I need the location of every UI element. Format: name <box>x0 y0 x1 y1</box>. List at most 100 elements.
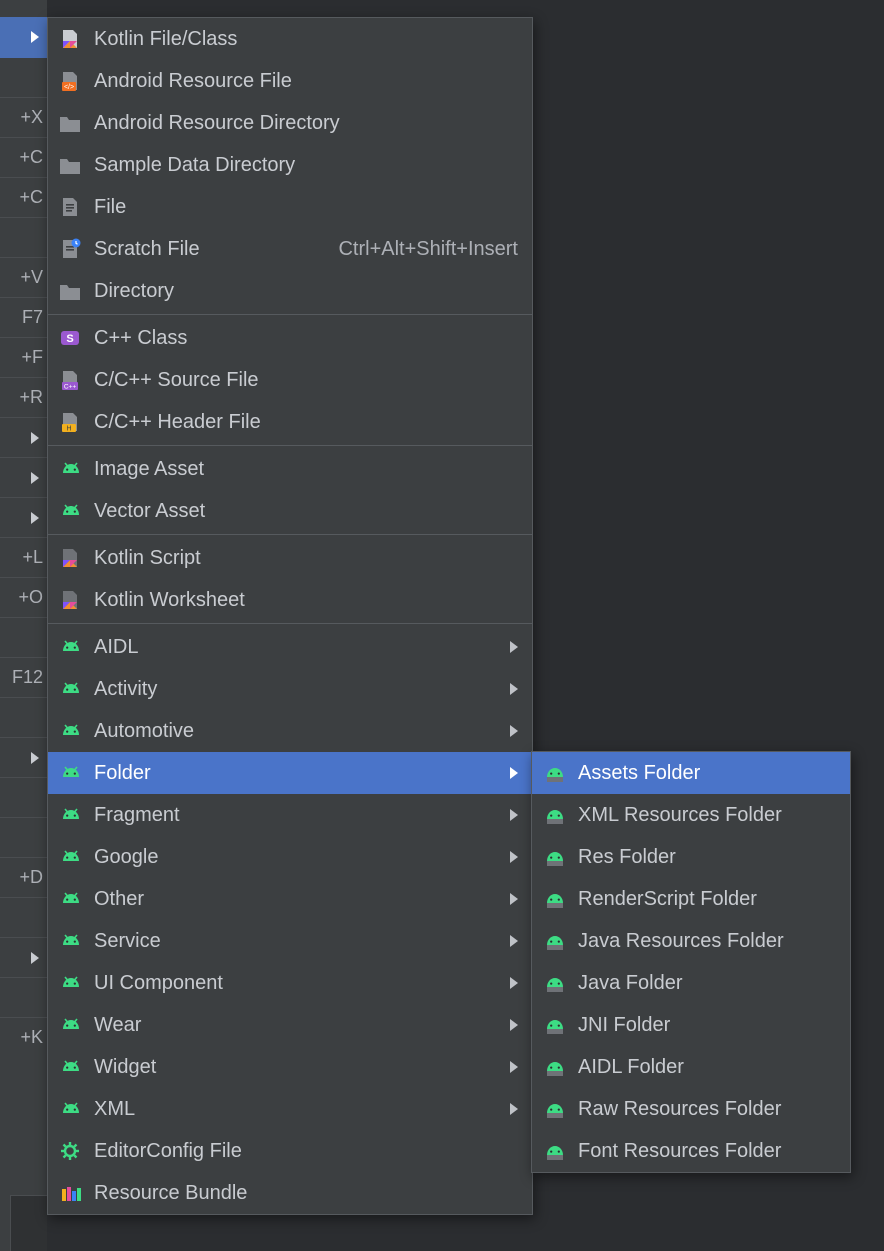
android-folder-icon <box>542 1013 566 1037</box>
menu-item-label: Automotive <box>94 720 492 743</box>
menu-item-label: C++ Class <box>94 327 518 350</box>
gutter-row[interactable] <box>0 617 47 657</box>
menu-item-other[interactable]: Other <box>48 878 532 920</box>
menu-item-label: Directory <box>94 280 518 303</box>
gutter-row[interactable] <box>0 417 47 457</box>
submenu-item-xml-res[interactable]: XML Resources Folder <box>532 794 850 836</box>
android-icon <box>58 971 82 995</box>
menu-item-label: Fragment <box>94 804 492 827</box>
submenu-item-assets[interactable]: Assets Folder <box>532 752 850 794</box>
gutter-row[interactable] <box>0 977 47 1017</box>
gutter-row[interactable] <box>0 57 47 97</box>
gutter-row[interactable]: F7 <box>0 297 47 337</box>
submenu-item-renderscript[interactable]: RenderScript Folder <box>532 878 850 920</box>
submenu-item-label: Assets Folder <box>578 762 836 785</box>
menu-item-kotlin-class[interactable]: Kotlin File/Class <box>48 18 532 60</box>
menu-item-label: EditorConfig File <box>94 1140 518 1163</box>
menu-item-scratch[interactable]: Scratch FileCtrl+Alt+Shift+Insert <box>48 228 532 270</box>
submenu-item-java-res[interactable]: Java Resources Folder <box>532 920 850 962</box>
gutter-row[interactable]: +F <box>0 337 47 377</box>
gutter-row[interactable] <box>0 937 47 977</box>
android-icon <box>58 761 82 785</box>
submenu-item-jni[interactable]: JNI Folder <box>532 1004 850 1046</box>
android-folder-icon <box>542 1139 566 1163</box>
submenu-item-font[interactable]: Font Resources Folder <box>532 1130 850 1172</box>
gutter-row[interactable] <box>0 457 47 497</box>
submenu-item-raw[interactable]: Raw Resources Folder <box>532 1088 850 1130</box>
gutter-row[interactable]: +K <box>0 1017 47 1057</box>
android-folder-icon <box>542 929 566 953</box>
gutter-row[interactable] <box>0 777 47 817</box>
menu-item-aidl[interactable]: AIDL <box>48 626 532 668</box>
submenu-item-label: AIDL Folder <box>578 1056 836 1079</box>
gutter-row[interactable]: +V <box>0 257 47 297</box>
menu-item-service[interactable]: Service <box>48 920 532 962</box>
menu-item-label: Android Resource File <box>94 70 518 93</box>
new-menu: Kotlin File/Class Android Resource File An… <box>47 17 533 1215</box>
submenu-arrow-icon <box>31 31 39 43</box>
menu-item-label: Service <box>94 930 492 953</box>
gutter-row[interactable]: F12 <box>0 657 47 697</box>
gutter-row[interactable]: +D <box>0 857 47 897</box>
gutter-row[interactable] <box>0 497 47 537</box>
menu-item-folder[interactable]: Folder <box>48 752 532 794</box>
gutter-row[interactable]: +L <box>0 537 47 577</box>
menu-item-directory[interactable]: Directory <box>48 270 532 312</box>
menu-item-activity[interactable]: Activity <box>48 668 532 710</box>
cpp-header-icon <box>58 410 82 434</box>
gutter-row[interactable] <box>0 897 47 937</box>
kotlin-dark-icon <box>58 588 82 612</box>
submenu-item-java[interactable]: Java Folder <box>532 962 850 1004</box>
gutter-row[interactable] <box>0 217 47 257</box>
menu-item-cpp-source[interactable]: C/C++ Source File <box>48 359 532 401</box>
menu-item-widget[interactable]: Widget <box>48 1046 532 1088</box>
menu-item-label: Resource Bundle <box>94 1182 518 1205</box>
folder-icon <box>58 111 82 135</box>
menu-item-sample-data[interactable]: Sample Data Directory <box>48 144 532 186</box>
gutter-row[interactable] <box>0 17 47 57</box>
gutter-row[interactable]: +C <box>0 177 47 217</box>
menu-item-android-res-dir[interactable]: Android Resource Directory <box>48 102 532 144</box>
menu-item-kotlin-ws[interactable]: Kotlin Worksheet <box>48 579 532 621</box>
menu-item-label: Kotlin Script <box>94 547 518 570</box>
menu-item-kotlin-script[interactable]: Kotlin Script <box>48 537 532 579</box>
gutter-row[interactable]: +O <box>0 577 47 617</box>
menu-item-wear[interactable]: Wear <box>48 1004 532 1046</box>
android-folder-icon <box>542 803 566 827</box>
gutter-row[interactable] <box>0 817 47 857</box>
gutter-row[interactable]: +R <box>0 377 47 417</box>
submenu-arrow-icon <box>510 641 518 653</box>
gutter-row[interactable]: +X <box>0 97 47 137</box>
android-folder-icon <box>542 845 566 869</box>
android-icon <box>58 845 82 869</box>
menu-item-label: File <box>94 196 518 219</box>
menu-separator <box>48 445 532 446</box>
menu-item-cpp-header[interactable]: C/C++ Header File <box>48 401 532 443</box>
menu-item-xml[interactable]: XML <box>48 1088 532 1130</box>
menu-item-vec-asset[interactable]: Vector Asset <box>48 490 532 532</box>
gutter-row[interactable]: +C <box>0 137 47 177</box>
gutter-row[interactable] <box>0 697 47 737</box>
menu-item-res-bundle[interactable]: Resource Bundle <box>48 1172 532 1214</box>
submenu-arrow-icon <box>31 952 39 964</box>
menu-item-label: Scratch File <box>94 238 314 261</box>
menu-item-fragment[interactable]: Fragment <box>48 794 532 836</box>
android-icon <box>58 1013 82 1037</box>
menu-item-android-res-file[interactable]: Android Resource File <box>48 60 532 102</box>
menu-item-ui-comp[interactable]: UI Component <box>48 962 532 1004</box>
submenu-item-aidl[interactable]: AIDL Folder <box>532 1046 850 1088</box>
menu-item-label: Widget <box>94 1056 492 1079</box>
menu-item-file[interactable]: File <box>48 186 532 228</box>
android-icon <box>58 803 82 827</box>
menu-item-google[interactable]: Google <box>48 836 532 878</box>
submenu-item-res[interactable]: Res Folder <box>532 836 850 878</box>
menu-item-img-asset[interactable]: Image Asset <box>48 448 532 490</box>
submenu-arrow-icon <box>510 725 518 737</box>
android-icon <box>58 677 82 701</box>
gutter-row[interactable] <box>0 737 47 777</box>
submenu-arrow-icon <box>510 851 518 863</box>
menu-item-automotive[interactable]: Automotive <box>48 710 532 752</box>
menu-item-editorconfig[interactable]: EditorConfig File <box>48 1130 532 1172</box>
menu-item-cpp-class[interactable]: C++ Class <box>48 317 532 359</box>
context-menu-gutter: +X+C+C+VF7+F+R+L+OF12+D+K <box>0 0 48 1251</box>
